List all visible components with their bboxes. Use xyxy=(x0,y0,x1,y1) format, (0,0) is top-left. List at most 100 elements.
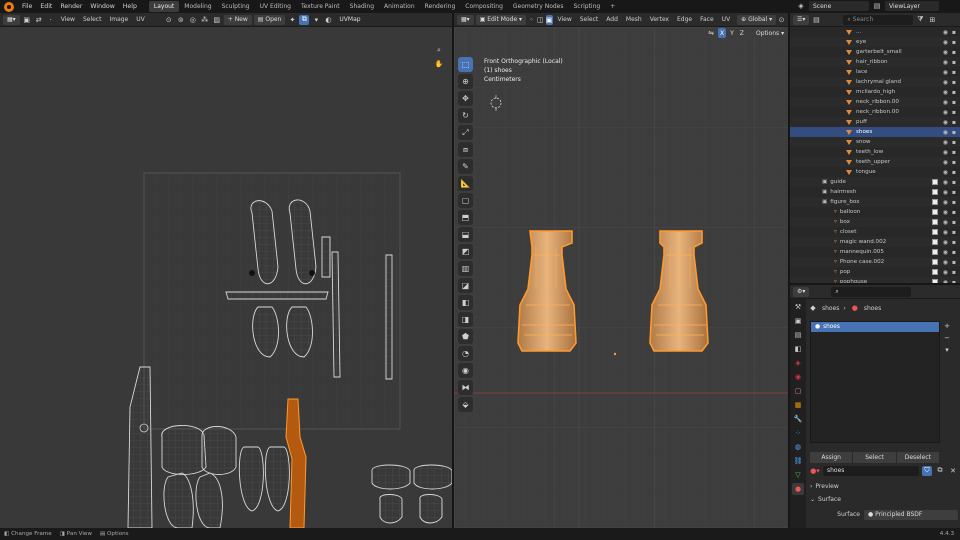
properties-editor-type-button[interactable]: ⚙▾ xyxy=(793,286,810,297)
outliner-row[interactable]: mcilardo_high ◉ ▪ xyxy=(790,87,960,97)
tab-modeling[interactable]: Modeling xyxy=(179,1,216,12)
visibility-eye-icon[interactable]: ◉ xyxy=(943,119,948,126)
visibility-eye-icon[interactable]: ◉ xyxy=(943,49,948,56)
exclude-checkbox[interactable] xyxy=(932,199,938,205)
add-workspace-button[interactable]: + xyxy=(605,1,620,12)
menu-edit[interactable]: Edit xyxy=(36,3,56,10)
snap-icon[interactable]: ⊚ xyxy=(176,15,186,25)
mirror-icon[interactable]: ⇋ xyxy=(706,28,716,38)
vp-menu-uv[interactable]: UV xyxy=(719,15,734,24)
tool-select-box[interactable]: ⬚ xyxy=(458,57,473,72)
outliner-row[interactable]: neck_ribbon.00 ◉ ▪ xyxy=(790,97,960,107)
mirror-y-toggle[interactable]: Y xyxy=(728,28,736,38)
uv-vertex-icon[interactable]: · xyxy=(46,15,56,25)
exclude-checkbox[interactable] xyxy=(932,229,938,235)
tab-compositing[interactable]: Compositing xyxy=(460,1,508,12)
render-camera-icon[interactable]: ▪ xyxy=(952,249,956,256)
surface-panel[interactable]: ⌄ Surface xyxy=(810,494,958,504)
proportional-icon[interactable]: ◎ xyxy=(188,15,198,25)
visibility-eye-icon[interactable]: ◉ xyxy=(943,219,948,226)
visibility-eye-icon[interactable]: ◉ xyxy=(943,269,948,276)
exclude-checkbox[interactable] xyxy=(932,239,938,245)
tool-add-cube[interactable]: ▢ xyxy=(458,193,473,208)
deselect-button[interactable]: Deselect xyxy=(896,452,940,463)
render-camera-icon[interactable]: ▪ xyxy=(952,69,956,76)
uv-sync-icon[interactable]: ⇄ xyxy=(34,15,44,25)
menu-render[interactable]: Render xyxy=(56,3,86,10)
pivot-icon[interactable]: ⊙ xyxy=(164,15,174,25)
visibility-eye-icon[interactable]: ◉ xyxy=(943,179,948,186)
collection-props-icon[interactable]: ▢ xyxy=(792,385,804,397)
outliner-row[interactable]: ... ◉ ▪ xyxy=(790,27,960,37)
render-camera-icon[interactable]: ▪ xyxy=(952,189,956,196)
tool-cursor[interactable]: ⊕ xyxy=(458,74,473,89)
visibility-eye-icon[interactable]: ◉ xyxy=(943,259,948,266)
uv-menu-view[interactable]: View xyxy=(58,15,78,24)
material-slot-row[interactable]: ● shoes xyxy=(811,322,939,332)
viewport-editor-type-button[interactable]: ▦▾ xyxy=(457,14,474,25)
tool-bevel[interactable]: ◩ xyxy=(458,244,473,259)
vp-menu-view[interactable]: View xyxy=(555,15,575,24)
vp-pivot-icon[interactable]: ⊙ xyxy=(778,15,785,25)
options-button[interactable]: Options ▾ xyxy=(752,28,788,38)
render-camera-icon[interactable]: ▪ xyxy=(952,229,956,236)
tab-layout[interactable]: Layout xyxy=(148,1,180,12)
display-mode-icon[interactable]: ▤ xyxy=(811,15,821,25)
visibility-eye-icon[interactable]: ◉ xyxy=(943,39,948,46)
vp-menu-add[interactable]: Add xyxy=(603,15,621,24)
uv-menu-uv[interactable]: UV xyxy=(133,15,148,24)
outliner-row[interactable]: ▣ hairmesh ◉ ▪ xyxy=(790,187,960,197)
menu-help[interactable]: Help xyxy=(119,3,141,10)
outliner-row[interactable]: ▣ figure_box ◉ ▪ xyxy=(790,197,960,207)
outliner-row[interactable]: tongue ◉ ▪ xyxy=(790,167,960,177)
outliner-row[interactable]: ▿ mannequin.005 ◉ ▪ xyxy=(790,247,960,257)
select-button[interactable]: Select xyxy=(853,452,897,463)
visibility-eye-icon[interactable]: ◉ xyxy=(943,129,948,136)
physics-props-icon[interactable]: ◍ xyxy=(792,441,804,453)
menu-file[interactable]: File xyxy=(18,3,36,10)
filter-icon[interactable]: ⧩ xyxy=(915,15,925,25)
scene-props-icon[interactable]: ◈ xyxy=(792,357,804,369)
tool-props-icon[interactable]: ⚒ xyxy=(792,301,804,313)
open-image-button[interactable]: ▤ Open xyxy=(253,14,286,25)
tool-knife[interactable]: ◪ xyxy=(458,278,473,293)
tool-shrink[interactable]: ◉ xyxy=(458,363,473,378)
outliner-row[interactable]: neck_ribbon.00 ◉ ▪ xyxy=(790,107,960,117)
visibility-eye-icon[interactable]: ◉ xyxy=(943,69,948,76)
data-props-icon[interactable]: ▽ xyxy=(792,469,804,481)
preview-panel[interactable]: › Preview xyxy=(810,481,958,491)
exclude-checkbox[interactable] xyxy=(932,219,938,225)
outliner-editor-type-button[interactable]: ☰▾ xyxy=(793,14,810,25)
visibility-eye-icon[interactable]: ◉ xyxy=(943,89,948,96)
render-camera-icon[interactable]: ▪ xyxy=(952,59,956,66)
edge-select-icon[interactable]: ◫ xyxy=(537,15,544,25)
tool-inset[interactable]: ⬓ xyxy=(458,227,473,242)
mode-dropdown[interactable]: ▣ Edit Mode ▾ xyxy=(475,14,527,25)
render-camera-icon[interactable]: ▪ xyxy=(952,49,956,56)
exclude-checkbox[interactable] xyxy=(932,189,938,195)
tab-geometry-nodes[interactable]: Geometry Nodes xyxy=(508,1,569,12)
tool-measure[interactable]: 📐 xyxy=(458,176,473,191)
fake-user-icon[interactable]: ⛉ xyxy=(922,465,932,476)
scene-field[interactable]: Scene xyxy=(809,1,869,11)
uvmap-field[interactable]: UVMap xyxy=(335,14,380,25)
render-camera-icon[interactable]: ▪ xyxy=(952,269,956,276)
render-camera-icon[interactable]: ▪ xyxy=(952,109,956,116)
tab-sculpting[interactable]: Sculpting xyxy=(217,1,255,12)
vp-menu-face[interactable]: Face xyxy=(697,15,717,24)
tool-transform[interactable]: ⧈ xyxy=(458,142,473,157)
add-slot-icon[interactable]: + xyxy=(942,321,952,331)
outliner-row[interactable]: teeth_upper ◉ ▪ xyxy=(790,157,960,167)
render-camera-icon[interactable]: ▪ xyxy=(952,159,956,166)
breadcrumb-data[interactable]: shoes xyxy=(864,305,881,312)
assign-button[interactable]: Assign xyxy=(810,452,854,463)
outliner-row[interactable]: ▿ balloon ◉ ▪ xyxy=(790,207,960,217)
material-slot-list[interactable]: ● shoes xyxy=(810,321,940,443)
vertex-select-icon[interactable]: ◦ xyxy=(528,15,535,25)
render-camera-icon[interactable]: ▪ xyxy=(952,259,956,266)
tab-texture-paint[interactable]: Texture Paint xyxy=(296,1,345,12)
face-select-icon[interactable]: ▣ xyxy=(545,14,553,25)
visibility-eye-icon[interactable]: ◉ xyxy=(943,149,948,156)
tab-shading[interactable]: Shading xyxy=(345,1,379,12)
tool-extrude[interactable]: ⬒ xyxy=(458,210,473,225)
